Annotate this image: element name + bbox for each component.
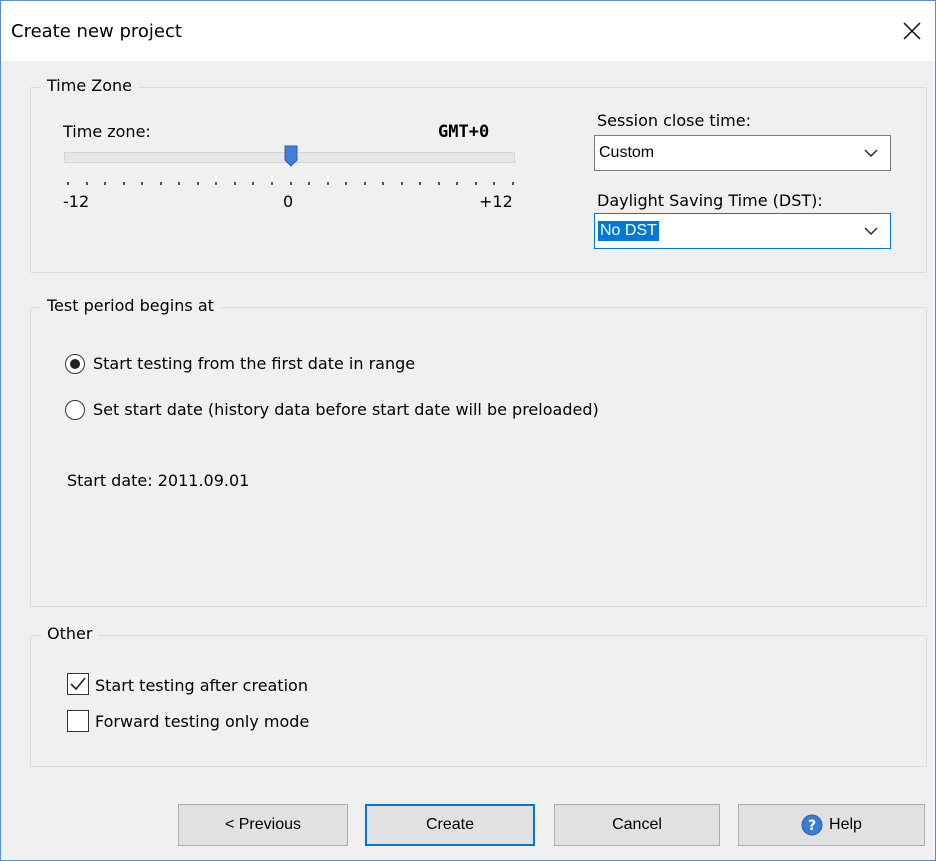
slider-tick <box>233 182 236 185</box>
help-button[interactable]: ? Help <box>738 804 925 846</box>
slider-tick <box>363 182 366 185</box>
slider-min-label: -12 <box>63 192 90 211</box>
start-testing-after-creation-checkbox[interactable] <box>67 673 89 695</box>
create-button-label: Create <box>425 816 475 833</box>
set-start-date-label[interactable]: Set start date (history data before star… <box>93 400 599 419</box>
help-button-label: Help <box>829 816 862 833</box>
slider-tick <box>141 182 144 185</box>
slider-tick <box>345 182 348 185</box>
create-button[interactable]: Create <box>365 804 535 846</box>
slider-tick <box>159 182 162 185</box>
time-zone-group-label: Time Zone <box>41 76 138 95</box>
other-group-label: Other <box>41 624 99 643</box>
slider-tick <box>493 182 496 185</box>
previous-button[interactable]: < Previous <box>178 804 348 846</box>
forward-testing-only-checkbox[interactable] <box>67 710 89 732</box>
cancel-button[interactable]: Cancel <box>554 804 720 846</box>
dst-value: No DST <box>598 221 659 241</box>
slider-tick <box>104 182 107 185</box>
test-period-group-label: Test period begins at <box>41 296 220 315</box>
slider-tick <box>437 182 440 185</box>
start-testing-after-creation-label[interactable]: Start testing after creation <box>95 676 308 695</box>
chevron-down-icon <box>864 227 878 235</box>
close-icon <box>903 22 921 40</box>
slider-tick <box>289 182 292 185</box>
checkmark-icon <box>70 677 86 691</box>
help-icon: ? <box>801 814 823 836</box>
previous-button-label: < Previous <box>224 816 302 833</box>
set-start-date-radio[interactable] <box>65 400 85 420</box>
slider-tick <box>308 182 311 185</box>
slider-tick <box>178 182 181 185</box>
cancel-button-label: Cancel <box>612 816 662 833</box>
slider-tick <box>419 182 422 185</box>
other-group: Other <box>30 624 927 767</box>
slider-tick <box>252 182 255 185</box>
dialog-title: Create new project <box>11 21 182 42</box>
slider-max-label: +12 <box>479 192 513 211</box>
time-zone-value: GMT+0 <box>438 122 490 142</box>
dst-label: Daylight Saving Time (DST): <box>597 191 823 210</box>
session-close-time-label: Session close time: <box>597 111 751 130</box>
svg-text:?: ? <box>808 818 816 834</box>
title-bar: Create new project <box>1 1 935 61</box>
slider-tick <box>456 182 459 185</box>
slider-tick <box>85 182 88 185</box>
start-date-text: Start date: 2011.09.01 <box>67 471 250 490</box>
session-close-time-value: Custom <box>599 144 655 161</box>
slider-tick <box>215 182 218 185</box>
start-from-first-date-radio[interactable] <box>65 354 85 374</box>
time-zone-slider-thumb[interactable] <box>284 145 298 167</box>
session-close-time-select[interactable]: Custom <box>594 135 891 171</box>
slider-mid-label: 0 <box>283 192 294 211</box>
dst-select[interactable]: No DST <box>594 213 891 249</box>
close-button[interactable] <box>889 1 935 61</box>
slider-tick <box>474 182 477 185</box>
radio-selected-dot <box>70 359 80 369</box>
slider-tick <box>270 182 273 185</box>
time-zone-label: Time zone: <box>63 122 151 141</box>
slider-tick <box>67 182 69 185</box>
slider-tick <box>196 182 199 185</box>
slider-tick <box>512 182 514 185</box>
forward-testing-only-label[interactable]: Forward testing only mode <box>95 712 309 731</box>
slider-tick <box>122 182 125 185</box>
slider-tick <box>400 182 403 185</box>
slider-tick <box>326 182 329 185</box>
slider-tick <box>382 182 385 185</box>
create-project-dialog: Create new project Time Zone Time zone: … <box>0 0 936 861</box>
test-period-group: Test period begins at <box>30 296 927 607</box>
start-from-first-date-label[interactable]: Start testing from the first date in ran… <box>93 354 415 373</box>
chevron-down-icon <box>864 149 878 157</box>
